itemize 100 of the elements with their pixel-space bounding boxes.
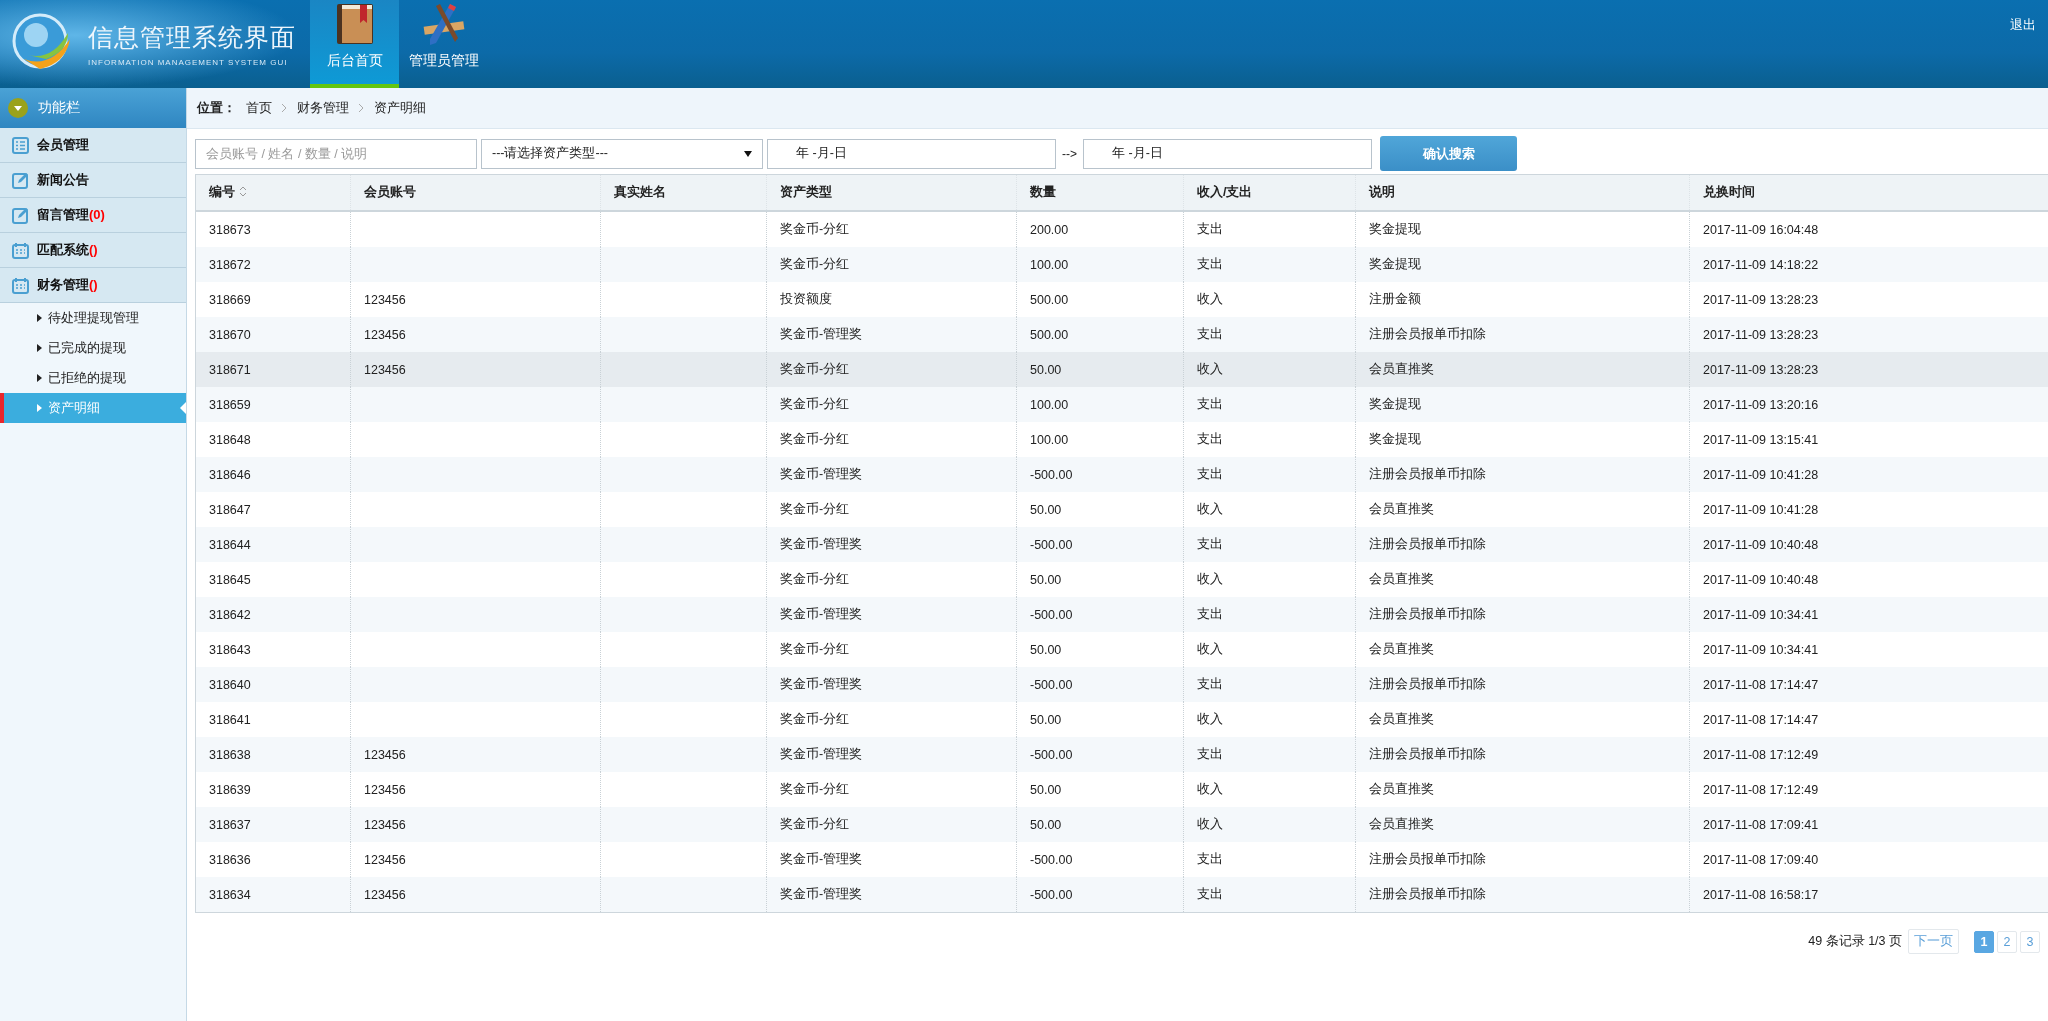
- table-cell: 318643: [209, 642, 251, 657]
- table-cell: 奖金币-分红: [780, 502, 850, 516]
- table-cell: 123456: [364, 852, 406, 867]
- table-cell: 50.00: [1030, 817, 1062, 832]
- table-cell: 2017-11-08 17:14:47: [1703, 712, 1819, 727]
- table-cell: 收入: [1197, 642, 1223, 656]
- sidebar-item[interactable]: 匹配系统(): [0, 233, 186, 268]
- table-cell: 2017-11-08 17:14:47: [1703, 677, 1819, 692]
- table-cell: -500.00: [1030, 887, 1073, 902]
- table-cell: 2017-11-08 17:09:40: [1703, 852, 1819, 867]
- table-cell: 100.00: [1030, 397, 1069, 412]
- table-cell: 123456: [364, 817, 406, 832]
- table-cell: 奖金币-分红: [780, 572, 850, 586]
- sidebar-subitem[interactable]: 已拒绝的提现: [0, 363, 186, 393]
- table-cell: 奖金提现: [1369, 222, 1421, 236]
- table-cell: 奖金币-管理奖: [780, 537, 863, 551]
- table-cell: 奖金币-分红: [780, 222, 850, 236]
- date-field[interactable]: 年 -月-日: [767, 138, 1056, 169]
- nav-tab[interactable]: 管理员管理: [399, 0, 488, 88]
- table-cell: 收入: [1197, 782, 1223, 796]
- calendar-icon: [12, 276, 29, 294]
- column-header[interactable]: 编号: [195, 174, 351, 211]
- table-cell: 318642: [209, 607, 251, 622]
- table-cell: 奖金币-管理奖: [780, 747, 863, 761]
- table-cell: 318637: [209, 817, 251, 832]
- table-cell: 奖金币-分红: [780, 817, 850, 831]
- sidebar-item[interactable]: 会员管理: [0, 128, 186, 163]
- sidebar-item[interactable]: 留言管理(0): [0, 198, 186, 233]
- list-icon: [12, 136, 29, 154]
- table-cell: 支出: [1197, 257, 1223, 271]
- table-cell: 2017-11-09 13:20:16: [1703, 397, 1819, 412]
- table-cell: 注册金额: [1369, 292, 1421, 306]
- range-separator: -->: [1061, 146, 1078, 161]
- chevron-icon: [282, 104, 287, 112]
- table-cell: 注册会员报单币扣除: [1369, 747, 1486, 761]
- table-cell: 50.00: [1030, 572, 1062, 587]
- column-header: 兑换时间: [1689, 174, 2048, 211]
- table-cell: 奖金币-分红: [780, 642, 850, 656]
- table-cell: 奖金币-分红: [780, 362, 850, 376]
- table-cell: 奖金币-管理奖: [780, 677, 863, 691]
- table-cell: 收入: [1197, 817, 1223, 831]
- table-cell: 奖金币-管理奖: [780, 852, 863, 866]
- table-cell: 支出: [1197, 222, 1223, 236]
- table-cell: 50.00: [1030, 712, 1062, 727]
- dropdown-toggle-icon[interactable]: [8, 98, 28, 118]
- column-header: 会员账号: [350, 174, 601, 211]
- table-cell: 奖金币-分红: [780, 712, 850, 726]
- date-field[interactable]: 年 -月-日: [1083, 138, 1372, 169]
- column-header: 真实姓名: [600, 174, 767, 211]
- breadcrumb-link[interactable]: 首页: [246, 99, 272, 117]
- table-cell: 注册会员报单币扣除: [1369, 537, 1486, 551]
- table-cell: 奖金币-管理奖: [780, 327, 863, 341]
- table-cell: 支出: [1197, 432, 1223, 446]
- table-cell: 318640: [209, 677, 251, 692]
- table-cell: 支出: [1197, 327, 1223, 341]
- sidebar-item[interactable]: 新闻公告: [0, 163, 186, 198]
- breadcrumb-link[interactable]: 财务管理: [297, 99, 349, 117]
- table-cell: 100.00: [1030, 432, 1069, 447]
- logout-link[interactable]: 退出: [2010, 16, 2036, 34]
- table-cell: 奖金币-分红: [780, 397, 850, 411]
- table-cell: 奖金提现: [1369, 397, 1421, 411]
- table-cell: 支出: [1197, 397, 1223, 411]
- column-header: 收入/支出: [1183, 174, 1356, 211]
- table-cell: 奖金币-分红: [780, 257, 850, 271]
- edit-icon: [12, 206, 29, 224]
- record-summary: 49 条记录 1/3 页: [1808, 933, 1902, 950]
- sidebar-item[interactable]: 财务管理(): [0, 268, 186, 303]
- sidebar-subitem[interactable]: 已完成的提现: [0, 333, 186, 363]
- table-cell: 500.00: [1030, 327, 1069, 342]
- table-cell: -500.00: [1030, 852, 1073, 867]
- table-cell: 奖金币-分红: [780, 782, 850, 796]
- table-cell: 奖金币-管理奖: [780, 887, 863, 901]
- table-cell: 318647: [209, 502, 251, 517]
- table-cell: 支出: [1197, 677, 1223, 691]
- table-cell: 123456: [364, 782, 406, 797]
- table-cell: 123456: [364, 292, 406, 307]
- table-cell: 2017-11-09 10:34:41: [1703, 607, 1819, 622]
- column-header: 资产类型: [766, 174, 1017, 211]
- table-cell: 318671: [209, 362, 251, 377]
- app-subtitle: INFORMATION MANAGEMENT SYSTEM GUI: [88, 58, 289, 67]
- table-cell: 支出: [1197, 537, 1223, 551]
- table-cell: 318636: [209, 852, 251, 867]
- table-cell: 注册会员报单币扣除: [1369, 327, 1486, 341]
- book-icon: [334, 2, 375, 46]
- table-cell: 2017-11-09 13:28:23: [1703, 292, 1819, 307]
- table-cell: 收入: [1197, 502, 1223, 516]
- table-cell: 50.00: [1030, 642, 1062, 657]
- table-cell: 收入: [1197, 572, 1223, 586]
- sidebar-subitem[interactable]: 待处理提现管理: [0, 303, 186, 333]
- search-field[interactable]: 会员账号 / 姓名 / 数量 / 说明: [195, 138, 477, 169]
- edit-icon: [12, 171, 29, 189]
- table-cell: 奖金币-管理奖: [780, 467, 863, 481]
- sort-icon[interactable]: [239, 186, 247, 197]
- table-cell: 50.00: [1030, 782, 1062, 797]
- asset-type-dropdown[interactable]: ---请选择资产类型---: [481, 138, 763, 169]
- sidebar-title: 功能栏: [38, 99, 80, 117]
- chevron-icon: [359, 104, 364, 112]
- table-cell: 会员直推奖: [1369, 502, 1434, 516]
- table-cell: 2017-11-08 16:58:17: [1703, 887, 1819, 902]
- table-cell: 支出: [1197, 887, 1223, 901]
